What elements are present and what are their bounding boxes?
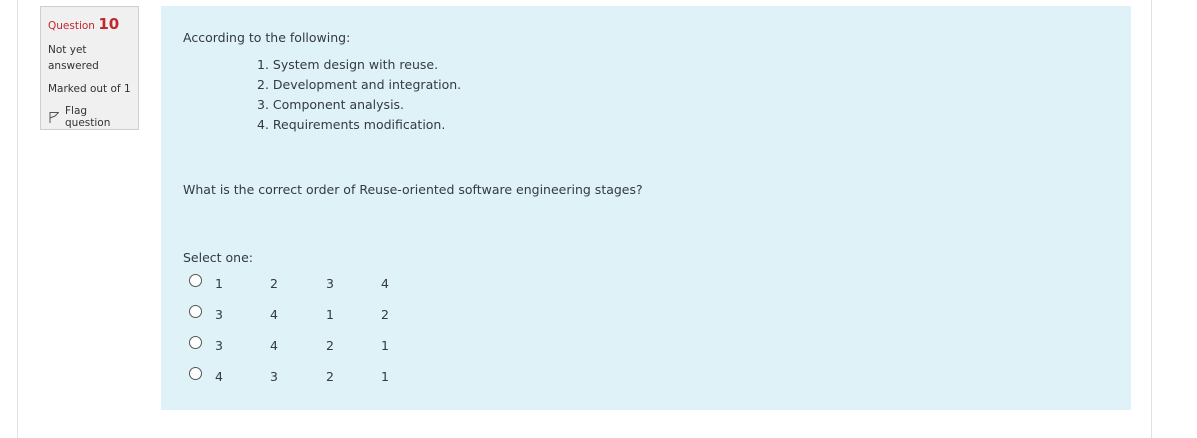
step-item: 1. System design with reuse.	[257, 57, 439, 72]
answer-option-3[interactable]: 3 4 2 1	[189, 336, 429, 356]
question-label: Question	[48, 20, 95, 32]
option-cell: 3	[215, 307, 223, 322]
option-cell: 3	[270, 369, 278, 384]
question-number-value: 10	[98, 15, 120, 33]
option-cell: 4	[215, 369, 223, 384]
question-number: Question 10	[48, 15, 131, 33]
option-cell: 3	[215, 338, 223, 353]
flag-question-label: Flag question	[65, 105, 111, 129]
steps-list: 1. System design with reuse. 2. Developm…	[257, 56, 461, 136]
question-info-panel: Question 10 Not yet answered Marked out …	[40, 6, 139, 130]
step-item: 2. Development and integration.	[257, 77, 462, 92]
option-cell: 4	[270, 307, 278, 322]
option-cell: 4	[270, 338, 278, 353]
step-item: 4. Requirements modification.	[257, 117, 446, 132]
option-cell: 1	[381, 369, 389, 384]
question-state: Not yet answered	[48, 42, 131, 74]
option-cell: 2	[326, 369, 334, 384]
option-cell: 3	[326, 276, 334, 291]
option-cell: 2	[270, 276, 278, 291]
option-cell: 1	[326, 307, 334, 322]
option-cell: 4	[381, 276, 389, 291]
question-text: What is the correct order of Reuse-orien…	[183, 182, 643, 197]
question-intro: According to the following:	[183, 30, 351, 45]
flag-icon	[48, 111, 60, 124]
question-grade: Marked out of 1	[48, 83, 131, 95]
answer-option-4[interactable]: 4 3 2 1	[189, 367, 429, 387]
state-line-1: Not yet	[48, 44, 87, 56]
state-line-2: answered	[48, 60, 99, 72]
flag-question-button[interactable]: Flag question	[48, 105, 131, 129]
option-cell: 1	[381, 338, 389, 353]
radio-button[interactable]	[189, 274, 202, 287]
option-cell: 1	[215, 276, 223, 291]
step-item: 3. Component analysis.	[257, 97, 405, 112]
radio-button[interactable]	[189, 305, 202, 318]
radio-button[interactable]	[189, 336, 202, 349]
answer-option-2[interactable]: 3 4 1 2	[189, 305, 429, 325]
option-cell: 2	[326, 338, 334, 353]
answer-option-1[interactable]: 1 2 3 4	[189, 274, 429, 294]
select-one-prompt: Select one:	[183, 250, 254, 265]
option-cell: 2	[381, 307, 389, 322]
radio-button[interactable]	[189, 367, 202, 380]
question-content: According to the following: 1. System de…	[161, 6, 1131, 410]
